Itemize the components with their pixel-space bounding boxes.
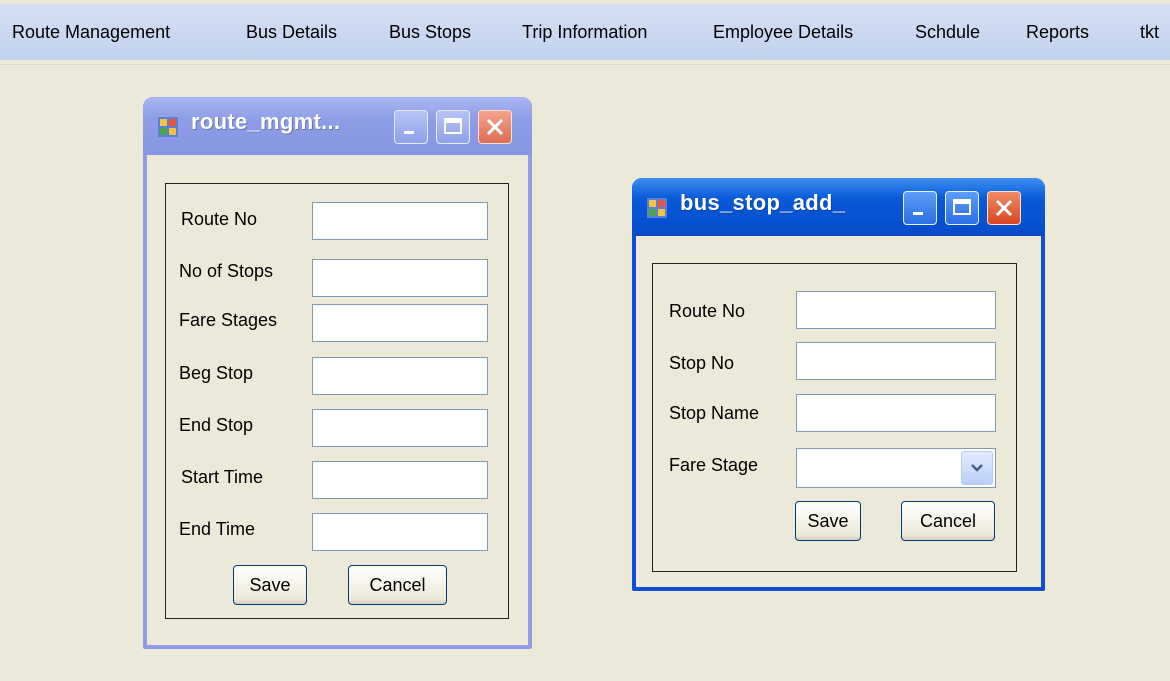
beg-stop-input[interactable] <box>312 357 488 395</box>
no-of-stops-input[interactable] <box>312 259 488 297</box>
no-of-stops-label: No of Stops <box>179 261 274 281</box>
minimize-icon <box>404 131 414 134</box>
fare-stage-label: Fare Stage <box>669 455 759 475</box>
bus-stop-window-client: Route No Stop No Stop Name Fare Stage Sa… <box>636 236 1041 587</box>
start-time-label: Start Time <box>181 467 264 487</box>
close-button[interactable] <box>987 191 1021 225</box>
minimize-button[interactable] <box>394 110 428 144</box>
form-app-icon <box>158 117 178 137</box>
menu-employee-details[interactable]: Employee Details <box>713 22 853 43</box>
fare-stages-label: Fare Stages <box>179 310 278 330</box>
menu-strip: Route Management Bus Details Bus Stops T… <box>0 4 1170 60</box>
maximize-button[interactable] <box>436 110 470 144</box>
maximize-icon <box>953 199 971 215</box>
minimize-icon <box>913 212 923 215</box>
menu-trip-information[interactable]: Trip Information <box>522 22 647 43</box>
stop-no-input[interactable] <box>796 342 996 380</box>
cancel-button[interactable]: Cancel <box>901 501 995 541</box>
menu-tkt[interactable]: tkt <box>1140 22 1159 43</box>
stop-name-input[interactable] <box>796 394 996 432</box>
end-stop-input[interactable] <box>312 409 488 447</box>
route-no-label: Route No <box>669 301 746 321</box>
close-icon <box>995 199 1013 217</box>
bus-stop-window-title: bus_stop_add_ <box>680 190 846 215</box>
route-window-titlebar[interactable]: route_mgmt... <box>143 97 532 155</box>
end-stop-label: End Stop <box>179 415 254 435</box>
route-no-input[interactable] <box>312 202 488 240</box>
menu-reports[interactable]: Reports <box>1026 22 1089 43</box>
menu-bus-stops[interactable]: Bus Stops <box>389 22 471 43</box>
close-icon <box>486 118 504 136</box>
menu-route-management[interactable]: Route Management <box>12 22 170 43</box>
minimize-button[interactable] <box>903 191 937 225</box>
close-button[interactable] <box>478 110 512 144</box>
fare-stage-dropdown-button[interactable] <box>961 451 993 485</box>
maximize-button[interactable] <box>945 191 979 225</box>
bus-stop-add-window[interactable]: bus_stop_add_ Route No Stop No Stop Name… <box>632 178 1045 591</box>
route-window-client: Route No No of Stops Fare Stages Beg Sto… <box>147 155 528 645</box>
chevron-down-icon <box>971 464 983 472</box>
cancel-button[interactable]: Cancel <box>348 565 447 605</box>
menu-bar: Route Management Bus Details Bus Stops T… <box>0 0 1170 65</box>
route-no-input[interactable] <box>796 291 996 329</box>
fare-stages-input[interactable] <box>312 304 488 342</box>
stop-name-label: Stop Name <box>669 403 760 423</box>
beg-stop-label: Beg Stop <box>179 363 254 383</box>
form-app-icon <box>647 198 667 218</box>
stop-no-label: Stop No <box>669 353 735 373</box>
bus-stop-form-frame: Route No Stop No Stop Name Fare Stage Sa… <box>652 263 1017 572</box>
menu-bus-details[interactable]: Bus Details <box>246 22 337 43</box>
maximize-icon <box>444 118 462 134</box>
save-button[interactable]: Save <box>795 501 861 541</box>
start-time-input[interactable] <box>312 461 488 499</box>
bus-stop-window-titlebar[interactable]: bus_stop_add_ <box>632 178 1045 236</box>
end-time-input[interactable] <box>312 513 488 551</box>
route-window-title: route_mgmt... <box>191 109 341 134</box>
save-button[interactable]: Save <box>233 565 307 605</box>
menu-schdule[interactable]: Schdule <box>915 22 980 43</box>
route-no-label: Route No <box>181 209 258 229</box>
end-time-label: End Time <box>179 519 256 539</box>
route-form-frame: Route No No of Stops Fare Stages Beg Sto… <box>165 183 509 619</box>
fare-stage-select[interactable] <box>796 448 996 488</box>
route-mgmt-window[interactable]: route_mgmt... Route No No of Stops Fare … <box>143 97 532 649</box>
